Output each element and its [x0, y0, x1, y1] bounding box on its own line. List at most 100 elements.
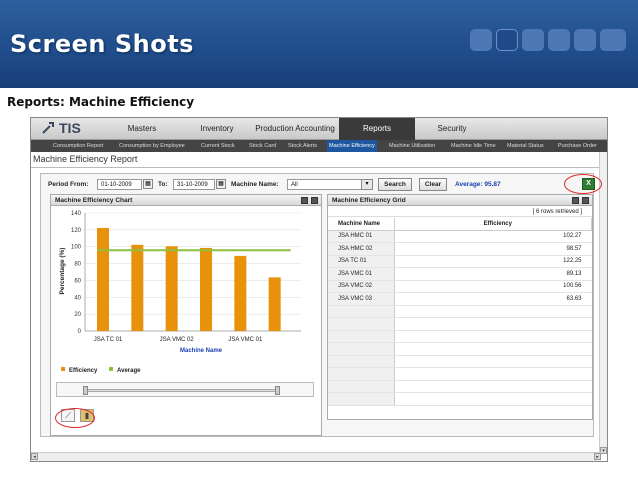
y-tick-label: 60: [74, 278, 81, 284]
nav-masters[interactable]: Masters: [111, 118, 173, 140]
slider-right-handle[interactable]: [275, 386, 280, 395]
subnav-machine-idle-time[interactable]: Machine Idle Time: [451, 140, 496, 152]
decor-square: [522, 29, 544, 51]
table-row[interactable]: JSA TC 01 122.25: [328, 255, 592, 268]
chart-range-slider: [56, 382, 314, 397]
table-row[interactable]: JSA HMC 02 98.57: [328, 242, 592, 256]
x-tick-label: JSA VMC 01: [228, 337, 263, 343]
efficiency-bar-chart: 0 20 40 60 80 100 120 140 JSA TC 01 JSA VMC 02 JS…: [59, 211, 301, 354]
maximize-icon[interactable]: [582, 197, 589, 204]
bar-jsa-hmc-01[interactable]: [131, 244, 144, 331]
average-value: Average: 95.87: [455, 181, 501, 188]
column-header-machine-name[interactable]: Machine Name: [328, 218, 395, 231]
filter-bar: Period From: 01-10-2009 ▦ To: 31-10-2009…: [41, 174, 595, 196]
empty-row: [328, 355, 592, 368]
horizontal-scrollbar[interactable]: ◂ ▸: [31, 452, 601, 461]
legend-average: Average: [109, 367, 140, 374]
highlight-oval: [564, 174, 602, 194]
clear-button[interactable]: Clear: [419, 178, 447, 191]
empty-row: [328, 342, 592, 356]
machine-name-cell: JSA HMC 01: [328, 230, 395, 243]
wrench-logo-icon: [42, 122, 54, 134]
app-window: TIS Masters Inventory Production Account…: [30, 117, 608, 462]
machine-name-cell: JSA TC 01: [328, 255, 395, 268]
efficiency-table: Machine Name Efficiency JSA HMC 01 102.27…: [328, 218, 592, 406]
subnav-machine-utilization[interactable]: Machine Utilization: [389, 140, 435, 152]
chevron-down-icon[interactable]: ▾: [361, 179, 373, 190]
table-row[interactable]: JSA HMC 01 102.27: [328, 230, 592, 243]
empty-row: [328, 367, 592, 381]
period-to-input[interactable]: 31-10-2009: [173, 179, 215, 190]
scroll-right-icon[interactable]: ▸: [594, 453, 601, 460]
subnav-stock-alerts[interactable]: Stock Alerts: [288, 140, 317, 152]
subnav-purchase-order[interactable]: Purchase Order: [558, 140, 597, 152]
efficiency-cell: 89.13: [394, 267, 592, 281]
machine-name-cell: JSA VMC 03: [328, 292, 395, 306]
top-navigation: TIS Masters Inventory Production Account…: [31, 118, 607, 140]
grid-panel-header: Machine Efficiency Grid: [328, 195, 592, 206]
nav-reports[interactable]: Reports: [339, 118, 415, 140]
empty-row: [328, 392, 592, 406]
subnav-consumption-by-employee[interactable]: Consumption by Employee: [119, 140, 185, 152]
empty-row: [328, 330, 592, 343]
minimize-icon[interactable]: [572, 197, 579, 204]
search-button[interactable]: Search: [378, 178, 412, 191]
y-tick-label: 120: [71, 228, 82, 234]
nav-production-accounting[interactable]: Production Accounting: [253, 118, 337, 140]
nav-security[interactable]: Security: [421, 118, 483, 140]
app-logo: TIS: [41, 120, 81, 136]
slide-title: Screen Shots: [10, 30, 194, 58]
legend-label: Efficiency: [69, 368, 98, 374]
period-from-label: Period From:: [48, 181, 89, 188]
subnav-machine-efficiency[interactable]: Machine Efficiency: [327, 140, 377, 152]
slider-track[interactable]: [87, 389, 277, 392]
slide-banner: Screen Shots: [0, 0, 638, 88]
decor-square: [496, 29, 518, 51]
nav-inventory[interactable]: Inventory: [186, 118, 248, 140]
subnav-stock-card[interactable]: Stock Card: [249, 140, 276, 152]
x-tick-label: JSA VMC 02: [160, 337, 195, 343]
bar-jsa-vmc-01[interactable]: [234, 255, 247, 331]
y-tick-label: 40: [74, 295, 81, 301]
scroll-left-icon[interactable]: ◂: [31, 453, 38, 460]
column-header-efficiency[interactable]: Efficiency: [394, 218, 592, 231]
bar-jsa-hmc-02[interactable]: [200, 247, 212, 331]
empty-row: [328, 317, 592, 331]
slide-subtitle: Reports: Machine Efficiency: [7, 95, 195, 109]
maximize-icon[interactable]: [311, 197, 318, 204]
calendar-icon[interactable]: ▦: [216, 179, 226, 189]
highlight-oval: [55, 408, 95, 428]
decor-square: [600, 29, 626, 51]
minimize-icon[interactable]: [301, 197, 308, 204]
table-row[interactable]: JSA VMC 02 100.56: [328, 280, 592, 293]
app-logo-text: TIS: [59, 120, 81, 136]
subnav-material-status[interactable]: Material Status: [507, 140, 544, 152]
machine-name-cell: JSA VMC 01: [328, 267, 395, 281]
subnav-consumption-report[interactable]: Consumption Report: [53, 140, 103, 152]
efficiency-cell: 122.25: [394, 255, 592, 268]
efficiency-grid-panel: Machine Efficiency Grid [ 6 rows retriev…: [327, 194, 593, 420]
page-title: Machine Efficiency Report: [33, 154, 138, 164]
slider-left-handle[interactable]: [83, 386, 88, 395]
y-tick-label: 100: [71, 245, 82, 251]
calendar-icon[interactable]: ▦: [143, 179, 153, 189]
efficiency-cell: 63.63: [394, 292, 592, 306]
subnav-current-stock[interactable]: Current Stock: [201, 140, 235, 152]
y-tick-label: 0: [78, 329, 82, 335]
bar-jsa-vmc-03[interactable]: [268, 277, 281, 331]
table-row[interactable]: JSA VMC 01 89.13: [328, 267, 592, 281]
efficiency-cell: 100.56: [394, 280, 592, 293]
vertical-scrollbar[interactable]: ▾: [599, 152, 607, 454]
y-tick-label: 140: [71, 211, 82, 217]
period-from-input[interactable]: 01-10-2009: [97, 179, 142, 190]
efficiency-cell: 98.57: [394, 242, 592, 256]
legend-swatch: [61, 367, 65, 371]
chart-panel-header: Machine Efficiency Chart: [51, 195, 321, 206]
bar-jsa-tc-01[interactable]: [97, 227, 109, 331]
scroll-down-icon[interactable]: ▾: [600, 447, 607, 454]
bar-jsa-vmc-02[interactable]: [165, 246, 178, 331]
table-row[interactable]: JSA VMC 03 63.63: [328, 292, 592, 306]
legend-label: Average: [117, 368, 141, 374]
empty-row: [328, 305, 592, 318]
report-panel: Period From: 01-10-2009 ▦ To: 31-10-2009…: [40, 173, 595, 437]
